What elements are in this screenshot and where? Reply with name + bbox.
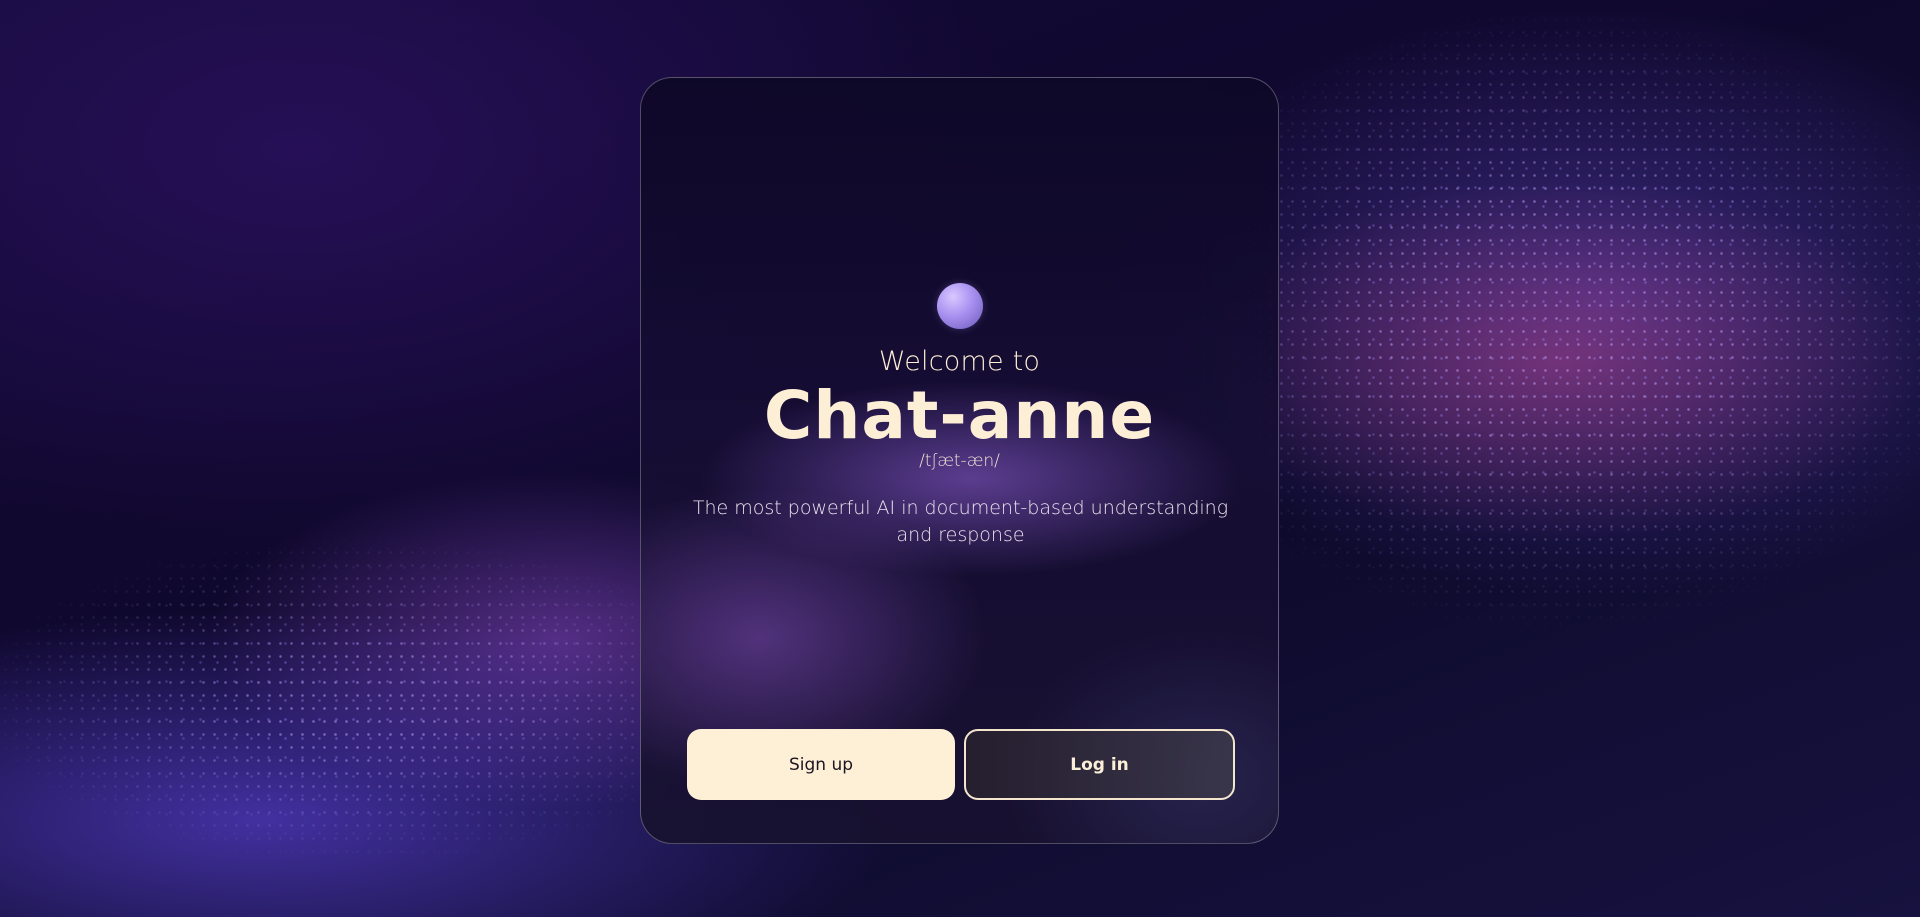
app-pronunciation: /tʃæt-æn/ [919,451,1000,471]
welcome-card: Welcome to Chat-anne /tʃæt-æn/ The most … [640,77,1279,844]
signup-button[interactable]: Sign up [687,729,955,800]
login-button[interactable]: Log in [964,729,1235,800]
logo-orb-icon [937,283,983,329]
login-button-label: Log in [1070,754,1129,775]
tagline: The most powerful AI in document-based u… [692,497,1229,546]
welcome-heading: Welcome to [878,346,1041,377]
signup-button-label: Sign up [788,754,854,775]
app-title: Chat-anne [763,377,1156,454]
